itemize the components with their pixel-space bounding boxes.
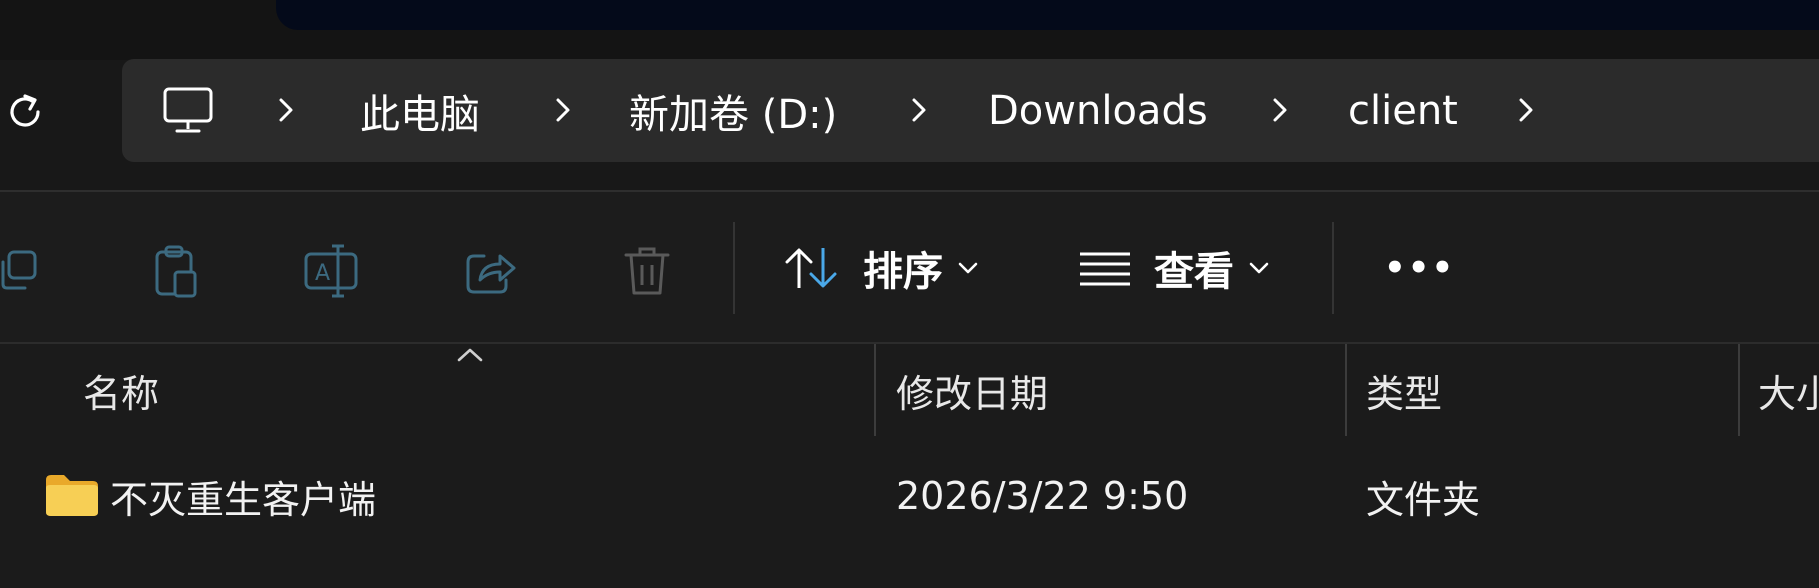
refresh-button[interactable] (0, 85, 50, 139)
rename-icon: A (304, 244, 358, 298)
file-modified-date: 2026/3/22 9:50 (896, 474, 1189, 518)
sort-button[interactable]: 排序 (783, 234, 979, 302)
computer-root-button[interactable] (162, 59, 214, 162)
title-bar-tab (276, 0, 1819, 30)
view-label: 查看 (1154, 249, 1234, 295)
column-header-name[interactable]: 名称 (83, 344, 159, 436)
paste-icon (155, 245, 197, 298)
file-type: 文件夹 (1366, 477, 1481, 522)
file-explorer-window: 此电脑 新加卷 (D:) Downloads client A 排序 查看 ••… (0, 0, 1819, 588)
chevron-right-icon (912, 98, 926, 122)
computer-icon (163, 87, 213, 132)
breadcrumb-chevron[interactable] (908, 91, 930, 129)
breadcrumb-item-client[interactable]: client (1348, 59, 1458, 162)
list-view-icon (1080, 252, 1130, 286)
refresh-icon (10, 94, 40, 127)
sort-ascending-caret-icon (457, 348, 483, 362)
chevron-right-icon (279, 98, 293, 122)
breadcrumb-item-drive-d[interactable]: 新加卷 (D:) (629, 59, 837, 162)
copy-icon (1, 250, 37, 290)
breadcrumb-item-downloads[interactable]: Downloads (988, 59, 1208, 162)
column-divider[interactable] (874, 344, 876, 436)
sort-arrows-icon (785, 248, 837, 288)
column-header-size[interactable]: 大小 (1758, 344, 1819, 436)
breadcrumb-chevron[interactable] (1515, 91, 1537, 129)
chevron-down-icon (1249, 262, 1269, 274)
sort-label: 排序 (863, 249, 943, 295)
chevron-right-icon (556, 98, 570, 122)
column-divider[interactable] (1738, 344, 1740, 436)
copy-button[interactable] (0, 241, 48, 301)
breadcrumb-chevron[interactable] (552, 91, 574, 129)
folder-icon (46, 475, 98, 516)
file-row[interactable]: 不灭重生客户端 2026/3/22 9:50 文件夹 (0, 450, 1819, 542)
column-header-type[interactable]: 类型 (1366, 344, 1442, 436)
trash-icon (624, 247, 670, 295)
title-bar (0, 0, 1819, 60)
share-icon (466, 254, 516, 294)
command-bar: A 排序 查看 ••• (0, 192, 1819, 344)
breadcrumb-item-this-pc[interactable]: 此电脑 (360, 59, 480, 162)
view-button[interactable]: 查看 (1078, 234, 1270, 302)
column-header-row: 名称 修改日期 类型 大小 (0, 344, 1819, 436)
command-separator (1332, 222, 1334, 314)
column-divider[interactable] (1345, 344, 1347, 436)
paste-button[interactable] (146, 241, 206, 301)
more-options-button[interactable]: ••• (1384, 234, 1455, 302)
share-button[interactable] (460, 241, 520, 301)
file-name: 不灭重生客户端 (110, 477, 377, 522)
chevron-right-icon (1273, 98, 1287, 122)
address-bar[interactable]: 此电脑 新加卷 (D:) Downloads client (122, 59, 1819, 162)
chevron-right-icon (1519, 98, 1533, 122)
command-separator (733, 222, 735, 314)
column-header-modified[interactable]: 修改日期 (896, 344, 1048, 436)
delete-button[interactable] (617, 241, 677, 301)
breadcrumb-chevron[interactable] (275, 91, 297, 129)
chevron-down-icon (958, 262, 978, 274)
rename-button[interactable]: A (302, 241, 362, 301)
more-options-icon: ••• (1384, 248, 1456, 288)
breadcrumb-chevron[interactable] (1269, 91, 1291, 129)
svg-text:A: A (315, 261, 330, 286)
